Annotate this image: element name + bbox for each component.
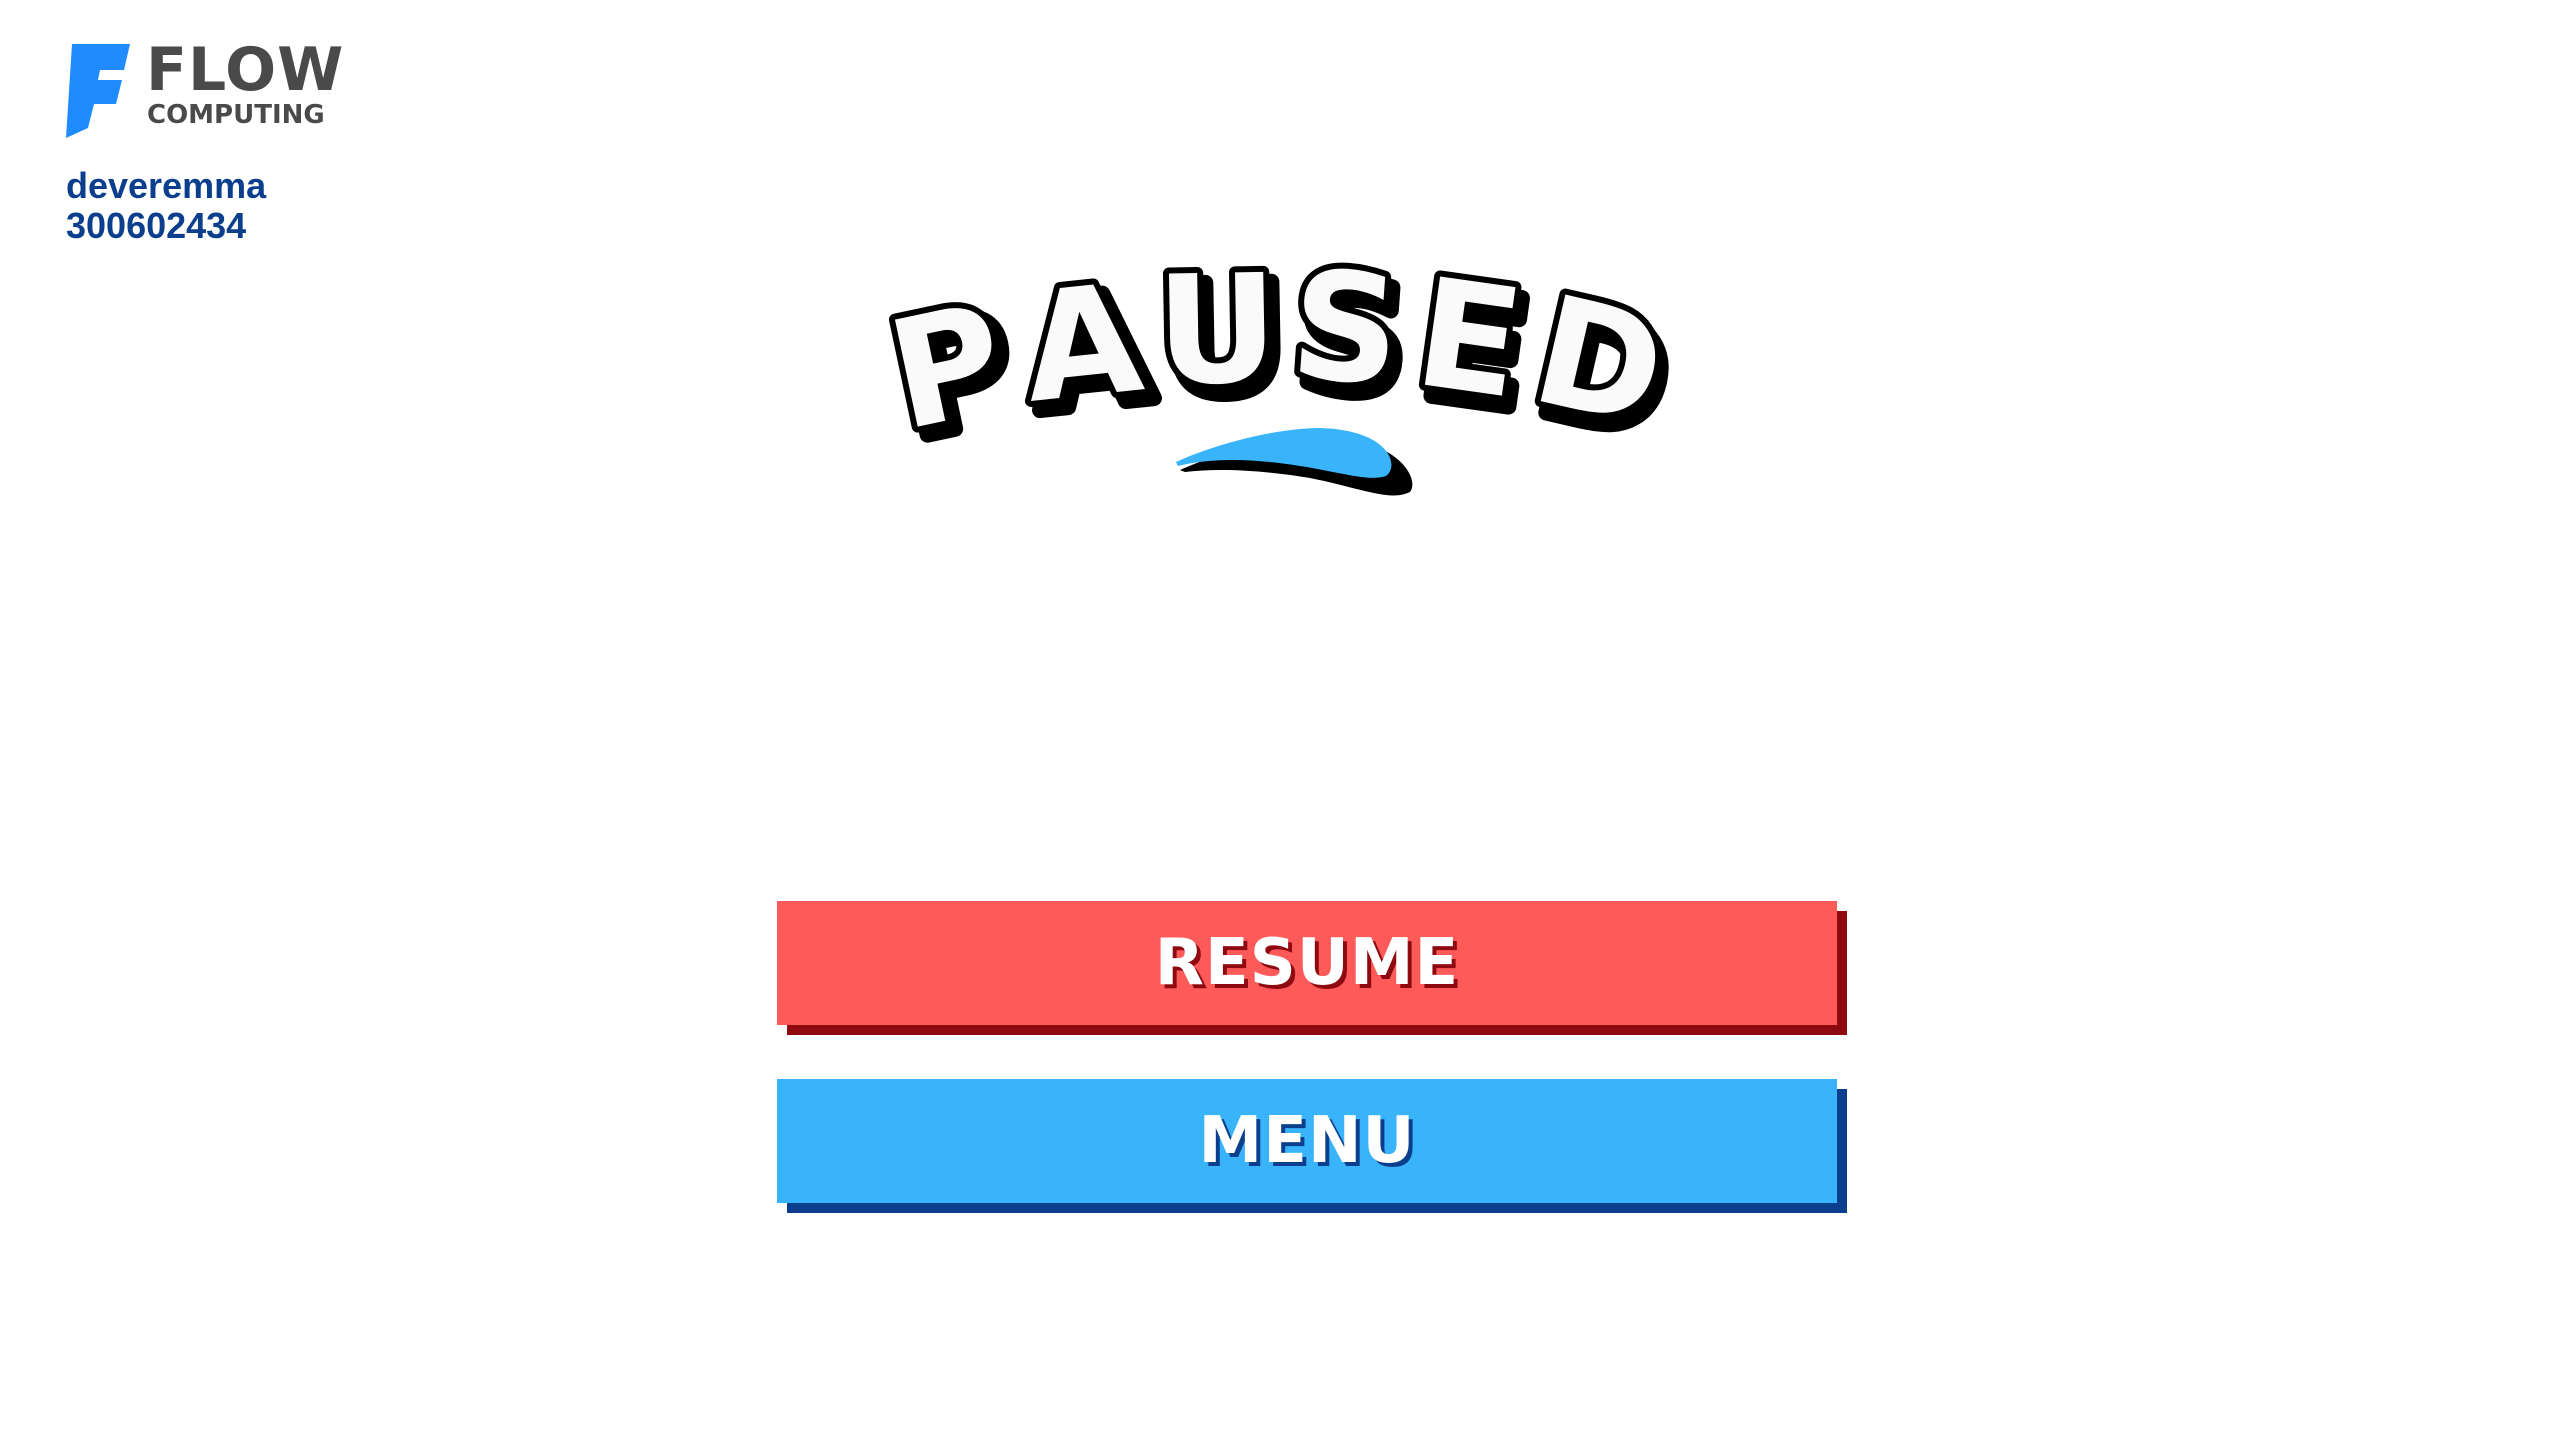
title-letter-face: D: [1519, 264, 1679, 462]
title-letter-face: S: [1286, 239, 1406, 420]
swoosh-underline-icon: [1176, 428, 1413, 496]
flow-f-logo-icon: [66, 44, 130, 138]
resume-button-face[interactable]: RESUME: [777, 901, 1837, 1025]
title-letter-p: PP: [880, 266, 1037, 481]
title-letter-face: P: [880, 272, 1019, 465]
menu-button-label: MENU: [1198, 1104, 1416, 1178]
paused-title: PP AA UU SS EEDD: [880, 233, 1693, 496]
player-id: 300602434: [66, 205, 247, 246]
title-letter-face: U: [1155, 243, 1280, 419]
title-letter-face: A: [1016, 252, 1150, 437]
title-letter-e: EE: [1400, 240, 1546, 452]
title-letter-s: SS: [1280, 233, 1421, 439]
title-letter-a: AA: [1010, 246, 1167, 454]
title-letter-d: DD: [1513, 258, 1693, 481]
title-letter-u: UU: [1149, 237, 1296, 437]
player-username: deveremma: [66, 165, 267, 206]
brand-logo: FLOW COMPUTING: [66, 40, 343, 142]
resume-button-label: RESUME: [1154, 926, 1460, 1000]
player-info: deveremma 300602434: [66, 166, 266, 246]
brand-name: FLOW: [146, 35, 345, 105]
menu-button-face[interactable]: MENU: [777, 1079, 1837, 1203]
brand-subtitle: COMPUTING: [147, 100, 325, 130]
menu-button[interactable]: MENU: [777, 1079, 1847, 1213]
resume-button[interactable]: RESUME: [777, 901, 1847, 1035]
